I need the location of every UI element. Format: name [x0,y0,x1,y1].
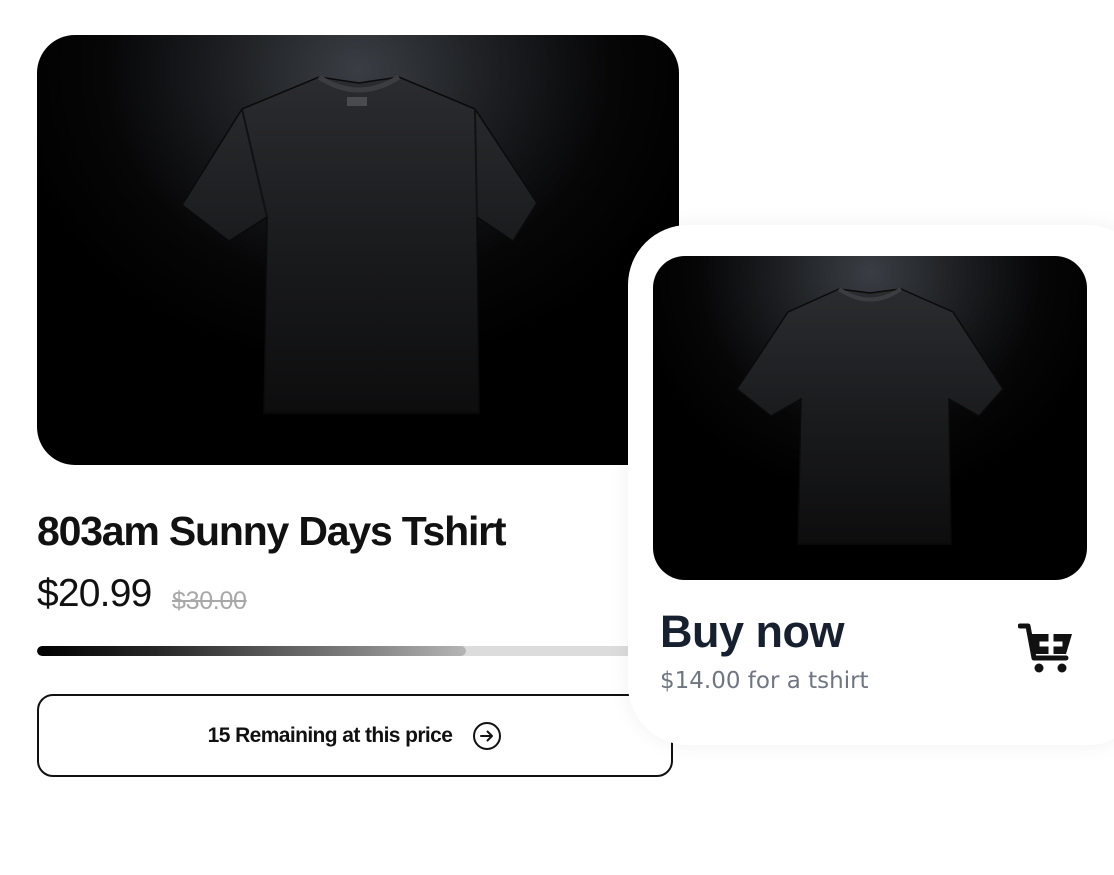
tshirt-image [181,74,538,414]
buy-now-card[interactable]: Buy now $14.00 for a tshirt [628,225,1114,745]
product-title: 803am Sunny Days Tshirt [37,508,507,554]
buy-card-image [653,256,1087,580]
cart-add-icon [1018,623,1072,673]
stock-progress-fill [37,646,466,656]
original-price: $30.00 [172,587,247,615]
buy-now-subtitle: $14.00 for a tshirt [660,668,869,694]
remaining-at-price-button[interactable]: 15 Remaining at this price [37,694,673,777]
buy-now-title: Buy now [660,606,845,657]
remaining-label: 15 Remaining at this price [207,723,453,747]
current-price: $20.99 [37,572,152,615]
product-image[interactable] [37,35,679,465]
arrow-right-circle-icon [472,721,502,751]
page: 803am Sunny Days Tshirt $20.99 $30.00 15… [0,0,1114,875]
stock-progress-bar [37,646,677,656]
add-to-cart-button[interactable] [1018,620,1076,676]
tshirt-image [735,287,1004,545]
